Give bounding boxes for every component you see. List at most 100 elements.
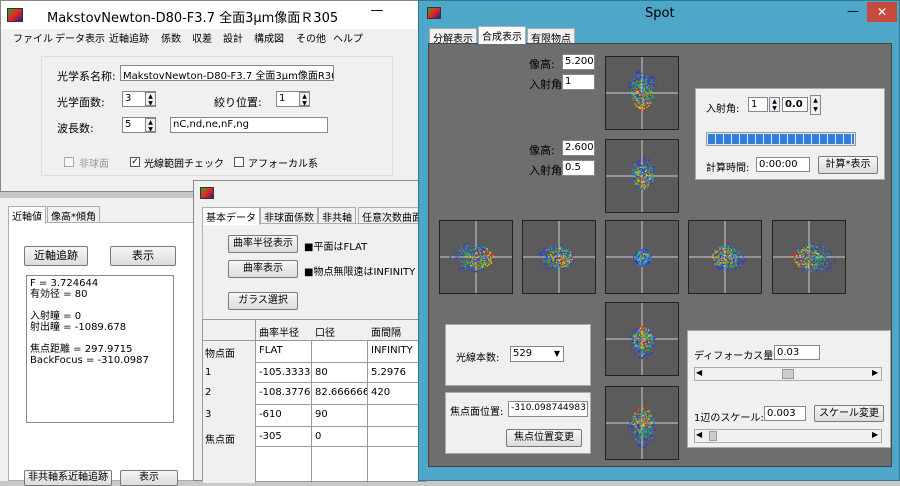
defocus-scrollbar[interactable]: ◀ ▶ [694,367,882,381]
top-image-height-field[interactable]: 5.2005 [562,54,595,70]
tab-composite-view[interactable]: 合成表示 [478,26,526,44]
paraxial-trace-button[interactable]: 近軸追跡 [24,246,88,266]
table-row-label: 2 [205,387,212,398]
table-cell[interactable]: -105.33333 [257,367,311,378]
spot-close-button[interactable]: ✕ [867,2,897,22]
system-name-field[interactable]: MakstovNewton-D80-F3.7 全面3μm像面R305 [120,65,334,81]
menu-design[interactable]: 設計 [223,30,243,45]
tab-paraxial[interactable]: 近軸値 [8,206,46,224]
table-row-label: 物点面 [205,349,235,360]
spot-diagram-left-near [522,220,596,294]
focus-position-field[interactable]: -310.0987449831 [508,401,588,417]
curvature-display-button[interactable]: 曲率表示 [228,260,298,278]
main-title: MakstovNewton-D80-F3.7 全面3μm像面Ｒ305 [47,11,339,26]
ctrl-angle-int-field[interactable]: 1 [748,97,768,112]
mid-image-height-field[interactable]: 2.6004 [562,140,595,156]
spot-diagram-right-far [772,220,846,294]
scale-field[interactable]: 0.003 [764,406,806,421]
defocus-field[interactable]: 0.03 [774,345,820,360]
result-line: 射出瞳 = -1089.678 [30,322,127,333]
ctrl-angle-dec-field[interactable]: 0.0 [782,97,808,112]
table-cell[interactable]: FLAT [257,345,311,356]
spot-titlebar[interactable]: Spot — ✕ [419,1,900,27]
minimize-button[interactable]: — [365,3,389,23]
note-flat: ■平面はFLAT [304,242,368,253]
spot-canvas: 像高: 5.2005 入射角: 1 像高: 2.6004 入射角: 0.5 入射… [428,43,892,467]
wavelength-list-field[interactable]: nC,nd,ne,nF,ng [170,117,328,133]
scale-change-button[interactable]: スケール変更 [814,405,884,422]
scale-scroll-thumb[interactable] [709,431,717,441]
menu-paraxial[interactable]: 近軸追跡 [109,30,149,45]
result-line [30,333,170,344]
scroll-left-icon[interactable]: ◀ [696,430,702,439]
defocus-scroll-thumb[interactable] [782,369,794,379]
ctrl-angle-int-spin[interactable]: ▲ ▼ [769,97,780,112]
scroll-left-icon[interactable]: ◀ [696,368,702,377]
table-cell[interactable]: 0 [313,431,367,442]
focus-change-button[interactable]: 焦点位置変更 [506,429,582,447]
menu-data-display[interactable]: データ表示 [55,30,105,45]
table-cell[interactable]: 80 [313,367,367,378]
radius-display-button[interactable]: 曲率半径表示 [228,235,298,253]
noncoaxial-trace-button[interactable]: 非共軸系近軸追跡 [24,470,112,486]
spot-minimize-button[interactable]: — [843,4,863,22]
menu-coef[interactable]: 係数 [161,30,181,45]
note-infinity: ■物点無限遠はINFINITY [304,267,416,278]
table-cell[interactable]: 90 [313,409,367,420]
defocus-scale-panel: ディフォーカス量: 0.03 ◀ ▶ 1辺のスケール: 0.003 スケール変更… [687,330,891,448]
stop-label: 絞り位置: [214,96,262,109]
stop-spin[interactable]: ▲ ▼ [299,92,310,107]
ctrl-angle-dec-spin[interactable]: ▲ ▼ [810,95,821,115]
glass-select-button[interactable]: ガラス選択 [228,292,298,310]
surfaces-spin[interactable]: ▲ ▼ [145,92,156,107]
menu-other[interactable]: その他 [296,30,326,45]
ray-check-checkbox[interactable]: ✓ [130,157,140,167]
calc-time-field: 0:00:00 [756,157,810,172]
tab-basic-data[interactable]: 基本データ [202,207,260,225]
afocal-checkbox[interactable] [234,157,244,167]
menu-file[interactable]: ファイル [13,30,53,45]
menu-layout[interactable]: 構成図 [254,30,284,45]
system-settings-panel: 光学系名称: MakstovNewton-D80-F3.7 全面3μm像面R30… [41,56,393,176]
paraxial-show-button[interactable]: 表示 [110,246,176,266]
menu-help[interactable]: ヘルプ [333,30,363,45]
scroll-right-icon[interactable]: ▶ [872,430,878,439]
calculate-display-button[interactable]: 計算*表示 [818,156,878,174]
table-cell[interactable]: 82.6666666 [313,387,367,398]
scale-scrollbar[interactable]: ◀ ▶ [694,429,882,443]
spot-diagram-top [605,56,679,130]
scroll-right-icon[interactable]: ▶ [872,368,878,377]
result-line: 入射瞳 = 0 [30,311,82,322]
afocal-label: アフォーカル系 [248,159,318,170]
mid-angle-field[interactable]: 0.5 [562,160,595,176]
result-line: F = 3.724644 [30,278,99,289]
noncoaxial-show-button[interactable]: 表示 [120,470,178,486]
paraxial-panel: 近軸値 像高*傾角 近軸追跡 表示 F = 3.724644 有効径 = 80 … [0,198,195,486]
top-angle-field[interactable]: 1 [562,74,595,90]
table-cell[interactable]: -610 [257,409,311,420]
table-cell[interactable]: -305 [257,431,311,442]
calc-progress-bar [706,132,856,146]
table-cell[interactable]: -108.3776 [257,387,311,398]
mid-angle-label: 入射角: [529,164,566,177]
wavelength-label: 波長数: [57,122,94,135]
table-row-label: 1 [205,367,212,378]
table-row-label: 3 [205,409,212,420]
spot-diagram-bottom [605,386,679,460]
focus-position-label: 焦点面位置: [450,407,504,418]
top-image-height-label: 像高: [529,58,555,71]
result-line: BackFocus = -310.0987 [30,355,149,366]
mid-image-height-label: 像高: [529,144,555,157]
menu-aberration[interactable]: 収差 [192,30,212,45]
menu-bar: ファイル データ表示 近軸追跡 係数 収差 設計 構成図 その他 ヘルプ [1,29,421,45]
wavelength-spin[interactable]: ▲ ▼ [145,118,156,133]
surface-data-table: 曲率半径 口径 面間隔 物点面 FLAT INFINITY 1 -105.333… [202,319,427,483]
surfaces-label: 光学面数: [57,96,105,109]
focus-position-panel: 焦点面位置: -310.0987449831 焦点位置変更 [445,392,591,454]
calc-time-label: 計算時間: [706,163,750,174]
aspheric-checkbox[interactable] [64,157,74,167]
main-titlebar[interactable]: MakstovNewton-D80-F3.7 全面3μm像面Ｒ305 — [1,1,421,29]
chevron-down-icon[interactable]: ▼ [551,347,563,361]
data-window-icon [200,187,214,199]
app-icon [7,8,23,22]
